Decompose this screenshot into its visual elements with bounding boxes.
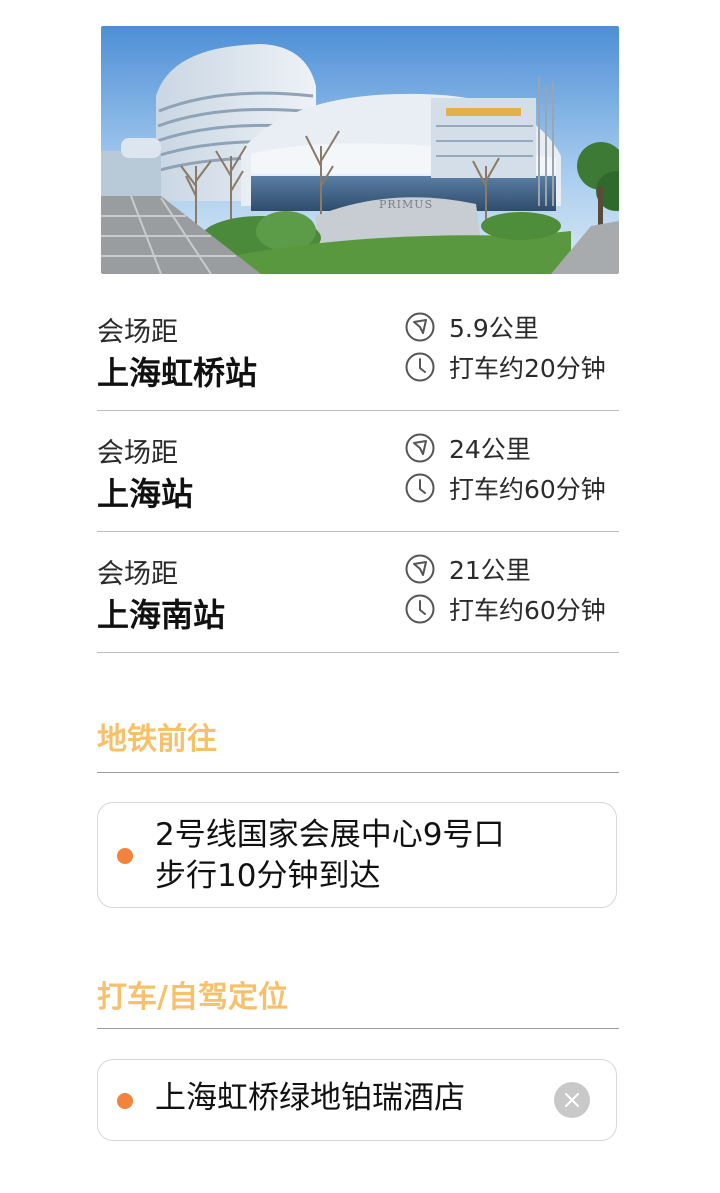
station-list: 会场距 上海虹桥站 5.9公里 打车约20分钟 会场距 上海站 24公里 打车约… <box>97 290 619 653</box>
location-field[interactable]: 上海虹桥绿地铂瑞酒店 <box>97 1059 617 1141</box>
station-row: 会场距 上海南站 21公里 打车约60分钟 <box>97 532 619 653</box>
navigation-arrow-icon <box>405 433 435 463</box>
section-divider <box>97 1028 619 1029</box>
distance-metric: 21公里 <box>404 552 531 586</box>
station-row: 会场距 上海虹桥站 5.9公里 打车约20分钟 <box>97 290 619 411</box>
clear-button[interactable] <box>554 1082 590 1118</box>
station-row: 会场距 上海站 24公里 打车约60分钟 <box>97 411 619 532</box>
distance-value: 5.9公里 <box>449 314 539 343</box>
metro-walk-text: 步行10分钟到达 <box>155 858 381 894</box>
close-icon <box>565 1093 579 1107</box>
hotel-photo: PRIMUS <box>101 26 619 274</box>
bullet-dot <box>117 848 133 864</box>
station-prefix: 会场距 <box>97 438 178 469</box>
station-name: 上海虹桥站 <box>97 354 258 392</box>
bullet-dot <box>117 1093 133 1109</box>
station-prefix: 会场距 <box>97 317 178 348</box>
location-text: 上海虹桥绿地铂瑞酒店 <box>155 1080 465 1116</box>
clock-icon <box>405 473 435 503</box>
clock-icon <box>405 594 435 624</box>
section-divider <box>97 772 619 773</box>
time-metric: 打车约20分钟 <box>404 350 606 384</box>
clock-icon <box>405 352 435 382</box>
time-value: 打车约20分钟 <box>449 354 606 383</box>
time-value: 打车约60分钟 <box>449 596 606 625</box>
metro-exit-text: 2号线国家会展中心9号口 <box>155 817 505 853</box>
station-prefix: 会场距 <box>97 559 178 590</box>
distance-metric: 24公里 <box>404 431 531 465</box>
distance-value: 24公里 <box>449 435 531 464</box>
metro-section-title: 地铁前往 <box>97 722 217 757</box>
time-metric: 打车约60分钟 <box>404 592 606 626</box>
navigation-arrow-icon <box>405 554 435 584</box>
distance-metric: 5.9公里 <box>404 310 539 344</box>
time-value: 打车约60分钟 <box>449 475 606 504</box>
navigation-arrow-icon <box>405 312 435 342</box>
station-name: 上海站 <box>97 475 194 513</box>
station-name: 上海南站 <box>97 596 226 634</box>
drive-section-title: 打车/自驾定位 <box>97 980 288 1015</box>
time-metric: 打车约60分钟 <box>404 471 606 505</box>
hotel-sign: PRIMUS <box>379 198 433 211</box>
distance-value: 21公里 <box>449 556 531 585</box>
metro-info-card: 2号线国家会展中心9号口 步行10分钟到达 <box>97 802 617 908</box>
